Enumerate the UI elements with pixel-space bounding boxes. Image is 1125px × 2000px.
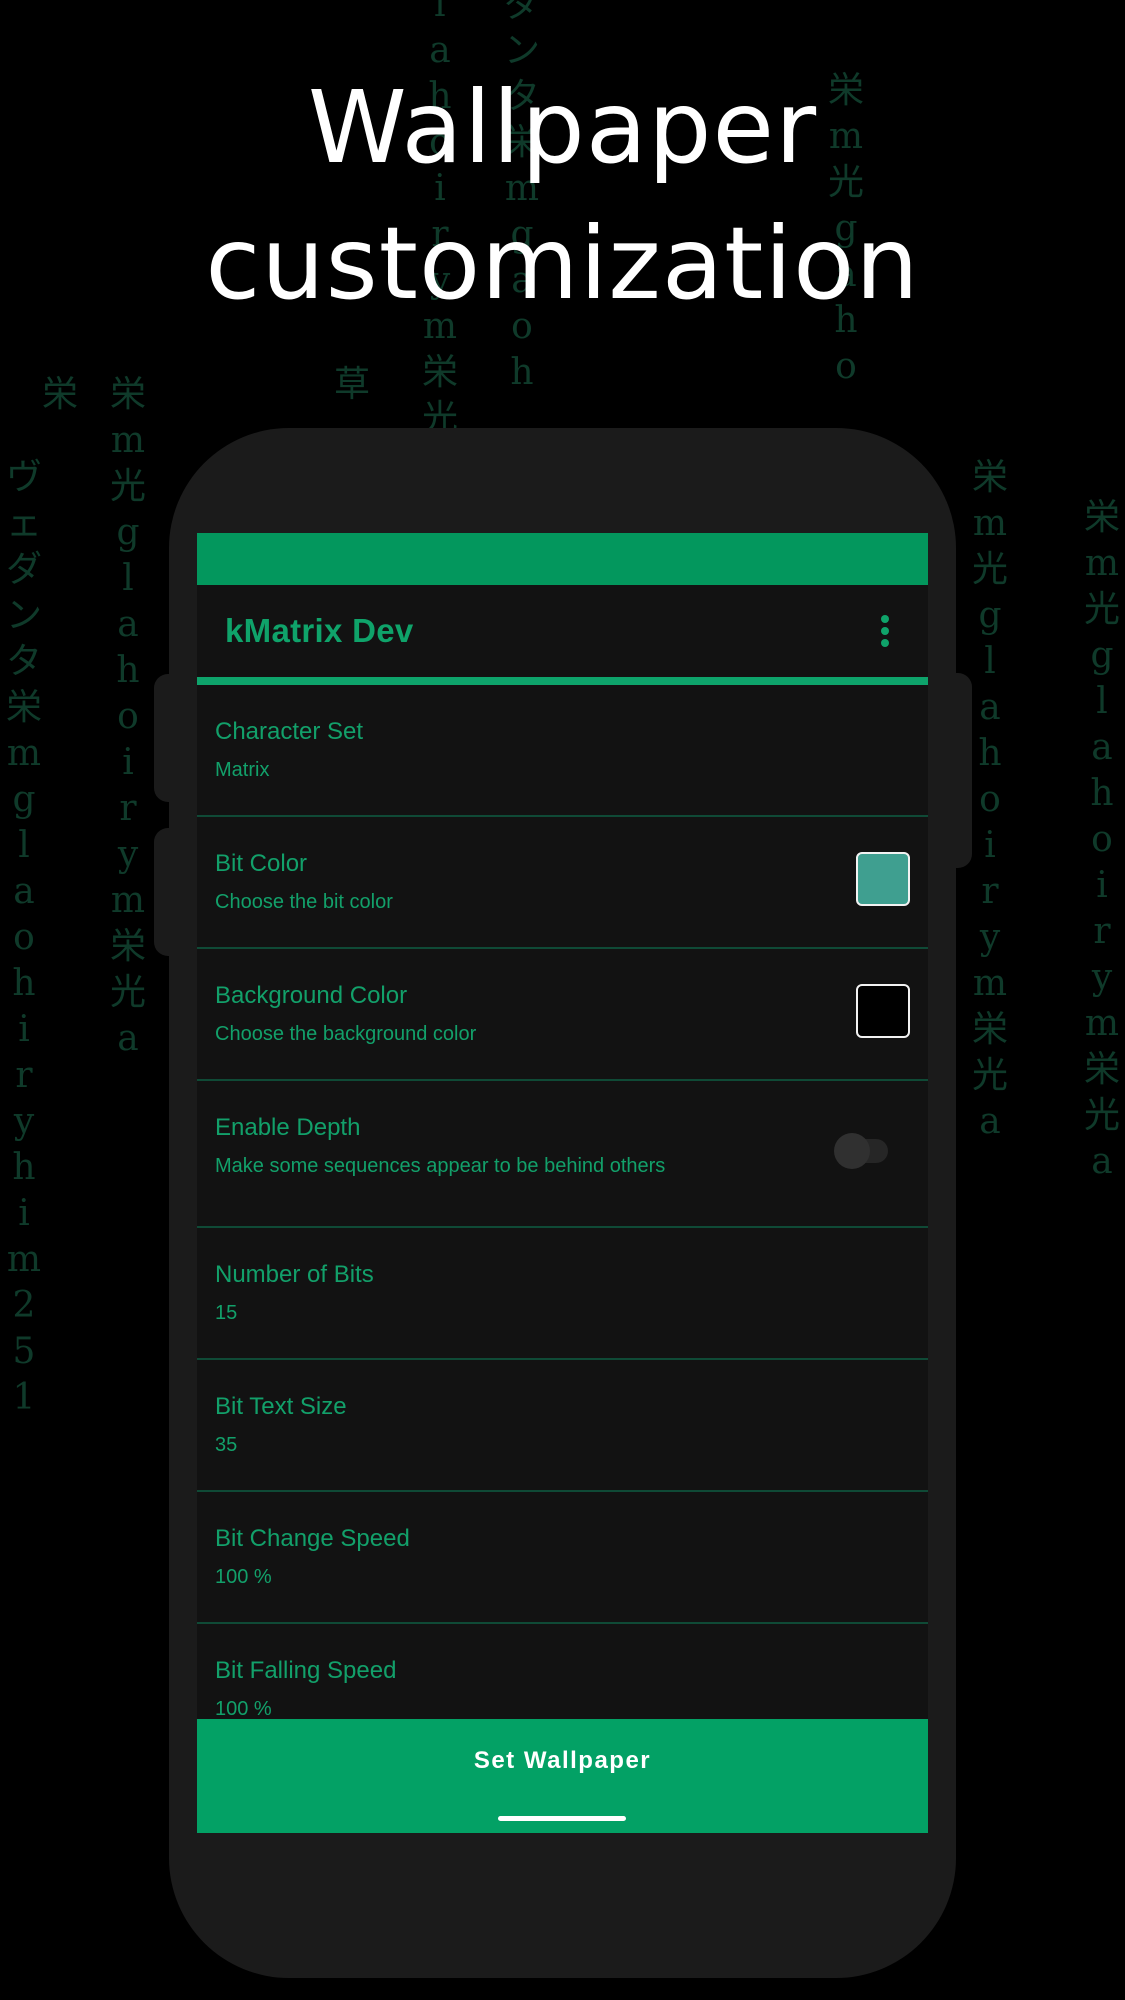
more-vert-icon[interactable] xyxy=(870,611,900,651)
pref-bit-text-size[interactable]: Bit Text Size 35 xyxy=(197,1360,928,1492)
bit-color-swatch[interactable] xyxy=(856,852,910,906)
preferences-list: Character Set Matrix Bit Color Choose th… xyxy=(197,685,928,1756)
pref-summary: Choose the bit color xyxy=(215,891,393,913)
pref-background-color[interactable]: Background Color Choose the background c… xyxy=(197,949,928,1081)
rain-column: 栄 xyxy=(41,374,78,415)
rain-column: ヴ ェ ダ ン タ 栄 m g l a o h i r y h i m 2 5 … xyxy=(5,457,42,1418)
pref-title: Character Set xyxy=(215,718,364,745)
pref-title: Bit Change Speed xyxy=(215,1525,410,1552)
pref-summary: Make some sequences appear to be behind … xyxy=(215,1155,666,1177)
enable-depth-toggle[interactable] xyxy=(834,1133,890,1169)
rain-column: 栄 m 光 g l a h o i r y m 栄 光 a xyxy=(1083,497,1120,1182)
pref-title: Bit Falling Speed xyxy=(215,1657,397,1684)
pref-summary: 15 xyxy=(215,1302,238,1324)
pref-bit-color[interactable]: Bit Color Choose the bit color xyxy=(197,817,928,949)
pref-character-set[interactable]: Character Set Matrix xyxy=(197,685,928,817)
headline-line-2: customization xyxy=(205,205,920,322)
app-bar-divider xyxy=(197,677,928,685)
pref-bit-change-speed[interactable]: Bit Change Speed 100 % xyxy=(197,1492,928,1624)
page-headline: Wallpaper customization xyxy=(0,60,1125,332)
app-bar: kMatrix Dev xyxy=(197,585,928,677)
toggle-thumb xyxy=(834,1133,870,1169)
pref-enable-depth[interactable]: Enable Depth Make some sequences appear … xyxy=(197,1081,928,1228)
pref-summary: Matrix xyxy=(215,759,270,781)
background-color-swatch[interactable] xyxy=(856,984,910,1038)
rain-column: 栄 m 光 g l a h o i r y m 栄 光 a xyxy=(109,374,146,1059)
pref-title: Bit Color xyxy=(215,850,308,877)
pref-summary: 100 % xyxy=(215,1566,272,1588)
pref-title: Number of Bits xyxy=(215,1261,374,1288)
pref-title: Background Color xyxy=(215,982,408,1009)
rain-column: 栄 m 光 g l a h o i r y m 栄 光 a xyxy=(971,457,1008,1142)
pref-summary: Choose the background color xyxy=(215,1023,477,1045)
headline-line-1: Wallpaper xyxy=(307,69,818,186)
rain-column: 草 xyxy=(333,364,370,405)
gesture-nav-handle[interactable] xyxy=(498,1816,626,1821)
status-bar xyxy=(197,533,928,585)
pref-title: Bit Text Size xyxy=(215,1393,347,1420)
phone-screen: kMatrix Dev Character Set Matrix Bit Col… xyxy=(197,533,928,1833)
pref-title: Enable Depth xyxy=(215,1114,361,1141)
app-title: kMatrix Dev xyxy=(225,612,414,649)
pref-summary: 35 xyxy=(215,1434,238,1456)
set-wallpaper-button[interactable]: Set Wallpaper xyxy=(197,1719,928,1833)
pref-number-of-bits[interactable]: Number of Bits 15 xyxy=(197,1228,928,1360)
